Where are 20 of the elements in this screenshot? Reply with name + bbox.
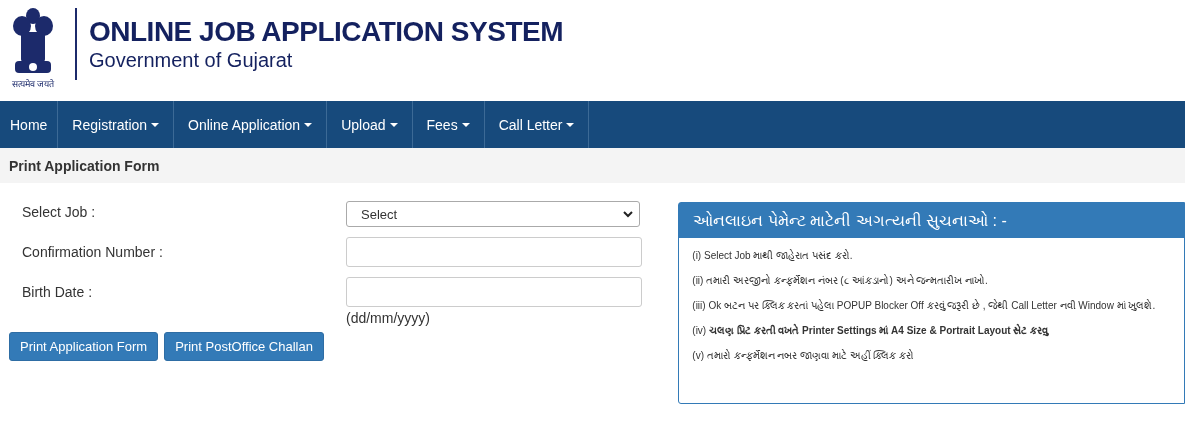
notice-item: (iii) Ok બટન પર ક્લિક કરતાં પહેલા POPUP Blocker Off કરવું જરૂરી છે , જેથી Call Letter નવી Window માં ખુલશે.: [692, 300, 1157, 312]
site-title: ONLINE JOB APPLICATION SYSTEM: [89, 16, 563, 48]
job-select[interactable]: Select: [346, 201, 640, 227]
print-button[interactable]: Print Application Form: [9, 332, 159, 361]
notice-item: (ii) તમારી અરજીનો કન્ફર્મેશન નંબર (૮ આંકડાનો) અને જન્મતારીખ નાખો.: [692, 275, 989, 287]
notice-item: (iv) ચલણ પ્રિંટ કરતી વખતે Printer Settings માં A4 Size & Portrait Layout સેટ કરવુ: [692, 325, 1050, 337]
notice-title: ઓનલાઇન પેમેન્ટ માટેની અગત્યની સુચનાઓ : -: [693, 211, 1007, 230]
chevron-icon: [623, 210, 633, 218]
input-field[interactable]: [346, 277, 642, 307]
field-label: Confirmation Number :: [21, 243, 164, 262]
site-subtitle: Government of Gujarat: [89, 49, 294, 72]
field-hint: (dd/mm/yyyy): [346, 310, 431, 326]
notice-item: (v) તમારો કન્ફર્મેશન નબર જાણવા માટે અહીં ક્લિક કરો: [692, 350, 916, 362]
emblem-motto: सत्यमेव जयते: [11, 78, 55, 90]
input-field[interactable]: [346, 237, 642, 267]
field-label: Select Job :: [21, 203, 97, 222]
print-button[interactable]: Print PostOffice Challan: [164, 332, 324, 361]
field-label: Birth Date :: [21, 283, 94, 302]
page-title: Print Application Form: [9, 157, 160, 174]
notice-item: (i) Select Job માથી જાહેરાત પસંદ કરો.: [692, 250, 854, 262]
